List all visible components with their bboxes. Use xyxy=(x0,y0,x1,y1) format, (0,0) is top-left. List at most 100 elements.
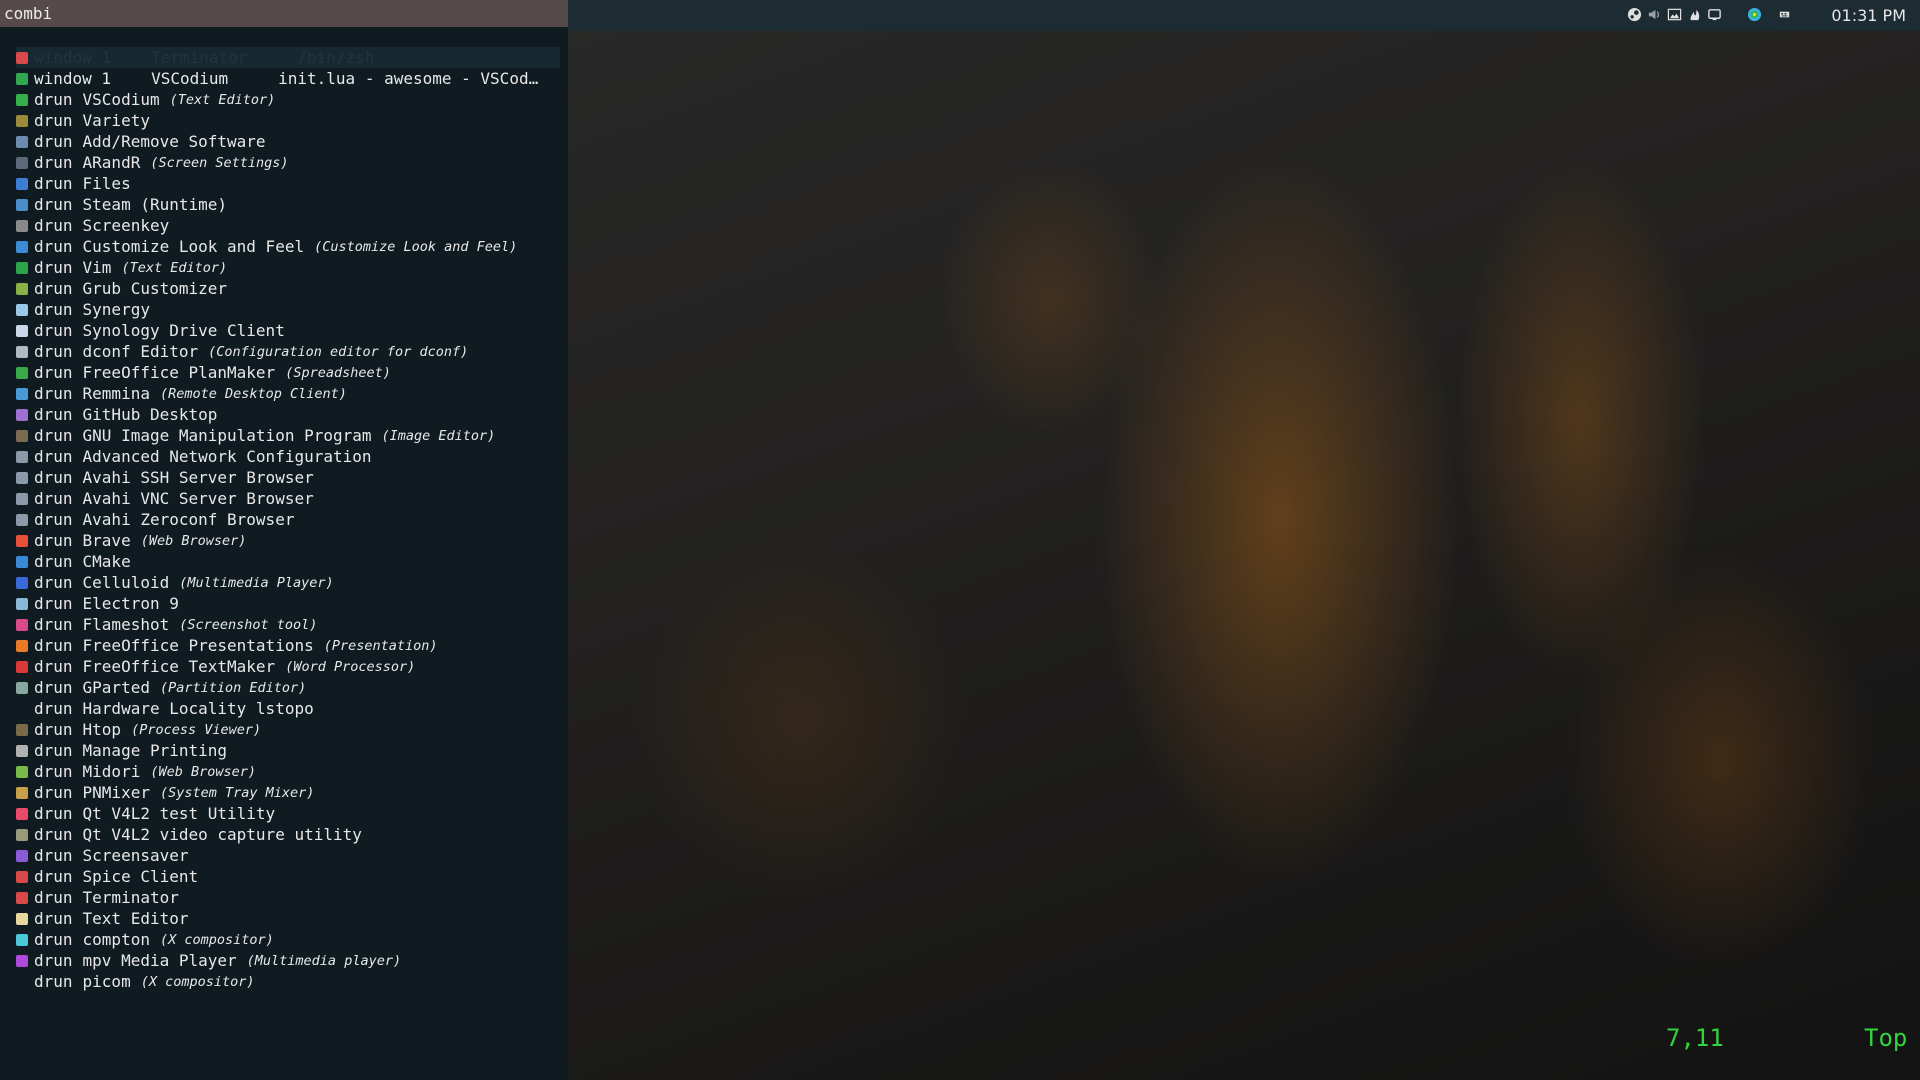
entry-mode: drun xyxy=(34,636,73,655)
app-icon xyxy=(16,72,28,85)
list-item[interactable]: drun Customize Look and Feel (Customize Lo… xyxy=(16,236,560,257)
entry-name: Spice Client xyxy=(82,867,199,886)
list-item[interactable]: drun PNMixer (System Tray Mixer) xyxy=(16,782,560,803)
entry-description: (Presentation) xyxy=(323,637,438,654)
volume-icon[interactable] xyxy=(1647,7,1662,22)
entry-name: Terminator xyxy=(82,888,179,907)
prompt-bar[interactable]: combi xyxy=(0,0,568,27)
list-item[interactable]: drun Qt V4L2 test Utility xyxy=(16,803,560,824)
display-icon[interactable] xyxy=(1707,7,1722,22)
entry-name: Avahi VNC Server Browser xyxy=(82,489,314,508)
list-item[interactable]: drun CMake xyxy=(16,551,560,572)
list-item[interactable]: drun Spice Client xyxy=(16,866,560,887)
list-item[interactable]: drun Midori (Web Browser) xyxy=(16,761,560,782)
app-icon xyxy=(16,345,28,358)
app-icon xyxy=(16,93,28,106)
entry-mode: drun xyxy=(34,846,73,865)
list-item[interactable]: drun Manage Printing xyxy=(16,740,560,761)
list-item[interactable]: window 1 Terminator/bin/zsh xyxy=(16,47,560,68)
entry-name: GParted xyxy=(82,678,150,697)
entry-description: (X compositor) xyxy=(140,973,255,990)
list-item[interactable]: drun Terminator xyxy=(16,887,560,908)
list-item[interactable]: drun Vim (Text Editor) xyxy=(16,257,560,278)
list-item[interactable]: drun Screensaver xyxy=(16,845,560,866)
list-item[interactable]: drun Variety xyxy=(16,110,560,131)
list-item[interactable]: drun GNU Image Manipulation Program (Image… xyxy=(16,425,560,446)
list-item[interactable]: drun FreeOffice TextMaker (Word Processor) xyxy=(16,656,560,677)
app-icon xyxy=(16,156,28,169)
list-item[interactable]: drun dconf Editor (Configuration editor fo… xyxy=(16,341,560,362)
top-panel: 01:31 PM xyxy=(568,0,1920,31)
entry-name: Avahi SSH Server Browser xyxy=(82,468,314,487)
cursor-position: 7,11 xyxy=(1666,1024,1724,1052)
app-icon xyxy=(16,954,28,967)
list-item[interactable]: drun GitHub Desktop xyxy=(16,404,560,425)
app-icon xyxy=(16,597,28,610)
entry-mode: drun xyxy=(34,90,73,109)
entry-name: Screenkey xyxy=(82,216,170,235)
list-item[interactable]: drun Electron 9 xyxy=(16,593,560,614)
app-icon xyxy=(16,198,28,211)
entry-description: (Remote Desktop Client) xyxy=(159,385,347,402)
app-icon xyxy=(16,681,28,694)
entry-name: FreeOffice TextMaker xyxy=(82,657,276,676)
list-item[interactable]: drun Htop (Process Viewer) xyxy=(16,719,560,740)
flameshot-icon[interactable] xyxy=(1687,7,1702,22)
app-icon xyxy=(16,513,28,526)
app-icon xyxy=(16,177,28,190)
app-icon xyxy=(16,891,28,904)
list-item[interactable]: drun GParted (Partition Editor) xyxy=(16,677,560,698)
list-item[interactable]: window 1 VSCodium init.lua - awesome - VSC… xyxy=(16,68,560,89)
entry-mode: drun xyxy=(34,678,73,697)
image-icon[interactable] xyxy=(1667,7,1682,22)
list-item[interactable]: drun Hardware Locality lstopo xyxy=(16,698,560,719)
list-item[interactable]: drun picom (X compositor) xyxy=(16,971,560,992)
entry-name: Avahi Zeroconf Browser xyxy=(82,510,295,529)
list-item[interactable]: drun Flameshot (Screenshot tool) xyxy=(16,614,560,635)
list-item[interactable]: drun Files xyxy=(16,173,560,194)
list-item[interactable]: drun Brave (Web Browser) xyxy=(16,530,560,551)
keyboard-icon[interactable] xyxy=(1777,7,1792,22)
list-item[interactable]: drun Qt V4L2 video capture utility xyxy=(16,824,560,845)
list-item[interactable]: drun Synergy xyxy=(16,299,560,320)
list-item[interactable]: drun ARandR (Screen Settings) xyxy=(16,152,560,173)
list-item[interactable]: drun Synology Drive Client xyxy=(16,320,560,341)
entry-name: Add/Remove Software xyxy=(82,132,266,151)
list-item[interactable]: drun Advanced Network Configuration xyxy=(16,446,560,467)
entry-description: (System Tray Mixer) xyxy=(159,784,315,801)
entry-description: (Multimedia player) xyxy=(246,952,402,969)
list-item[interactable]: drun Celluloid (Multimedia Player) xyxy=(16,572,560,593)
list-item[interactable]: drun Grub Customizer xyxy=(16,278,560,299)
list-item[interactable]: drun FreeOffice Presentations (Presentatio… xyxy=(16,635,560,656)
list-item[interactable]: drun Avahi VNC Server Browser xyxy=(16,488,560,509)
app-icon xyxy=(16,114,28,127)
clock[interactable]: 01:31 PM xyxy=(1831,6,1906,25)
entry-name: picom xyxy=(82,972,131,991)
entry-mode: drun xyxy=(34,132,73,151)
list-item[interactable]: drun compton (X compositor) xyxy=(16,929,560,950)
moon-icon[interactable] xyxy=(1727,7,1742,22)
list-item[interactable]: drun VSCodium (Text Editor) xyxy=(16,89,560,110)
entry-name: Synergy xyxy=(82,300,150,319)
synergy-icon[interactable] xyxy=(1747,7,1762,22)
list-item[interactable]: drun Steam (Runtime) xyxy=(16,194,560,215)
list-item[interactable]: drun Add/Remove Software xyxy=(16,131,560,152)
app-icon xyxy=(16,366,28,379)
list-item[interactable]: drun FreeOffice PlanMaker (Spreadsheet) xyxy=(16,362,560,383)
entry-description: (Text Editor) xyxy=(169,91,276,108)
entry-description: (Process Viewer) xyxy=(131,721,262,738)
steam-icon[interactable] xyxy=(1627,7,1642,22)
app-icon xyxy=(16,387,28,400)
entry-mode: drun xyxy=(34,174,73,193)
list-item[interactable]: drun mpv Media Player (Multimedia player) xyxy=(16,950,560,971)
list-item[interactable]: drun Remmina (Remote Desktop Client) xyxy=(16,383,560,404)
entry-mode: drun xyxy=(34,951,73,970)
list-item[interactable]: drun Avahi SSH Server Browser xyxy=(16,467,560,488)
list-item[interactable]: drun Text Editor xyxy=(16,908,560,929)
entry-name: FreeOffice Presentations xyxy=(82,636,314,655)
entry-description: (Web Browser) xyxy=(150,763,256,780)
list-item[interactable]: drun Avahi Zeroconf Browser xyxy=(16,509,560,530)
app-icon xyxy=(16,492,28,505)
list-item[interactable]: drun Screenkey xyxy=(16,215,560,236)
app-icon xyxy=(16,219,28,232)
